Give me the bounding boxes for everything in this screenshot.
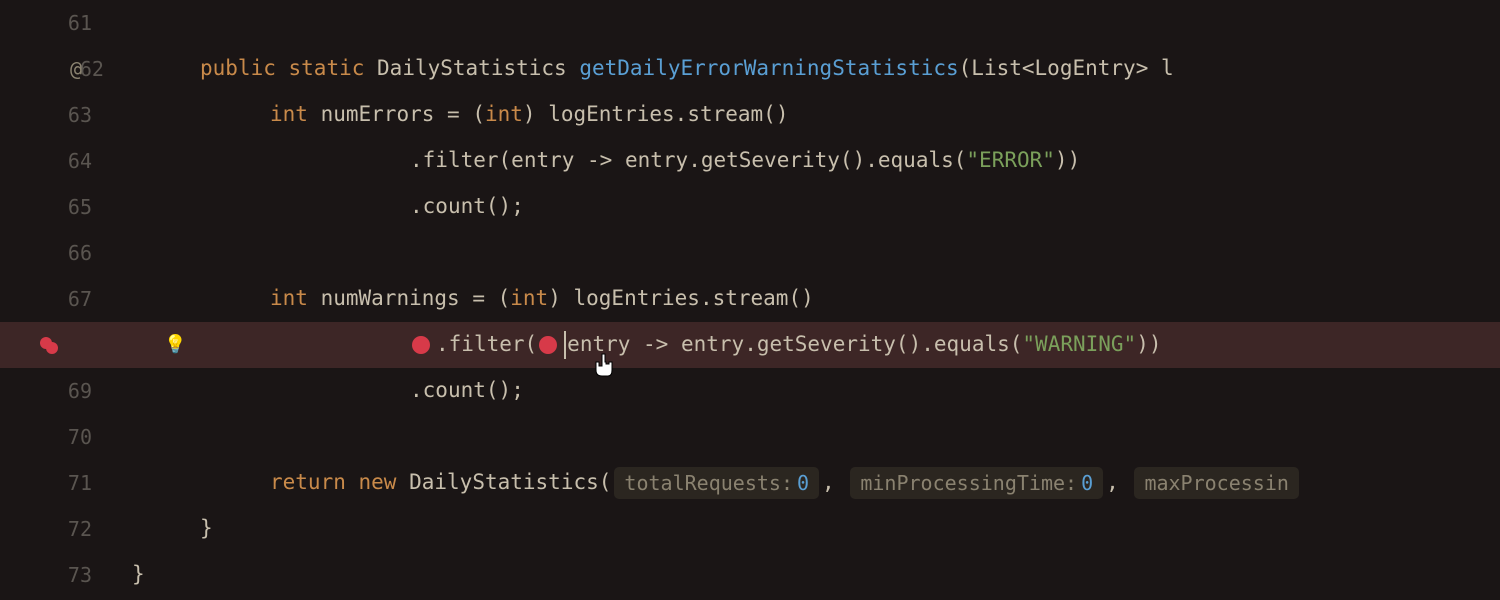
code-content[interactable]: } — [120, 560, 145, 589]
code-content[interactable]: } — [120, 514, 213, 543]
gutter[interactable]: 64 — [0, 147, 120, 175]
line-number: 71 — [60, 469, 92, 497]
text-cursor — [564, 331, 566, 359]
code-line[interactable]: 72 } — [0, 506, 1500, 552]
line-number: 73 — [60, 561, 92, 589]
breakpoint-icon[interactable] — [38, 333, 62, 357]
code-content[interactable]: . count ( ) ; — [120, 192, 524, 221]
gutter[interactable]: 62 @ — [0, 55, 120, 83]
gutter[interactable]: 70 — [0, 423, 120, 451]
inlay-hint: minProcessingTime:0 — [850, 467, 1103, 499]
line-number: 72 — [60, 515, 92, 543]
keyword-public: public — [200, 54, 276, 83]
inline-breakpoint-icon[interactable] — [412, 336, 430, 354]
gutter[interactable]: 66 — [0, 239, 120, 267]
code-line-active[interactable]: 68 💡 . filter ( entry -> entry . getSeve… — [0, 322, 1500, 368]
gutter[interactable]: 68 — [0, 331, 120, 359]
code-content[interactable]: int numWarnings = ( int ) logEntries . s… — [120, 284, 814, 313]
code-line[interactable]: 65 . count ( ) ; — [0, 184, 1500, 230]
method-name: getDailyErrorWarningStatistics — [579, 54, 958, 83]
line-number: 65 — [60, 193, 92, 221]
line-number: 61 — [60, 9, 92, 37]
lightbulb-icon[interactable]: 💡 — [164, 332, 186, 357]
code-content[interactable]: int numErrors = ( int ) logEntries . str… — [120, 100, 788, 129]
code-content[interactable]: . filter ( entry -> entry . getSeverity … — [120, 146, 1080, 175]
code-line[interactable]: 70 — [0, 414, 1500, 460]
code-line[interactable]: 67 int numWarnings = ( int ) logEntries … — [0, 276, 1500, 322]
type-int: int — [270, 100, 308, 129]
keyword-static: static — [289, 54, 365, 83]
override-marker-icon[interactable]: @ — [70, 55, 82, 83]
return-type: DailyStatistics — [377, 54, 567, 83]
gutter[interactable]: 67 — [0, 285, 120, 313]
code-line[interactable]: 64 . filter ( entry -> entry . getSeveri… — [0, 138, 1500, 184]
code-line[interactable]: 66 — [0, 230, 1500, 276]
gutter[interactable]: 65 — [0, 193, 120, 221]
code-content[interactable]: return new DailyStatistics ( totalReques… — [120, 467, 1302, 499]
keyword-new: new — [359, 468, 397, 497]
line-number: 63 — [60, 101, 92, 129]
code-line[interactable]: 61 — [0, 0, 1500, 46]
keyword-return: return — [270, 468, 346, 497]
string-literal: "WARNING" — [1022, 330, 1136, 359]
line-number: 70 — [60, 423, 92, 451]
code-editor[interactable]: 61 62 @ public static DailyStatistics ge… — [0, 0, 1500, 600]
code-content[interactable]: public static DailyStatistics getDailyEr… — [120, 54, 1174, 83]
inlay-hint: totalRequests:0 — [614, 467, 819, 499]
gutter[interactable]: 71 — [0, 469, 120, 497]
code-line[interactable]: 71 return new DailyStatistics ( totalReq… — [0, 460, 1500, 506]
code-line[interactable]: 63 int numErrors = ( int ) logEntries . … — [0, 92, 1500, 138]
code-content[interactable]: . filter ( entry -> entry . getSeverity … — [190, 330, 1162, 359]
gutter[interactable]: 63 — [0, 101, 120, 129]
line-number: 67 — [60, 285, 92, 313]
line-number: 66 — [60, 239, 92, 267]
line-number: 64 — [60, 147, 92, 175]
gutter[interactable]: 69 — [0, 377, 120, 405]
gutter[interactable]: 72 — [0, 515, 120, 543]
line-number: 69 — [60, 377, 92, 405]
inline-breakpoint-icon[interactable] — [539, 336, 557, 354]
code-line[interactable]: 69 . count ( ) ; — [0, 368, 1500, 414]
code-line[interactable]: 73 } — [0, 552, 1500, 598]
code-content[interactable]: . count ( ) ; — [120, 376, 524, 405]
code-line[interactable]: 62 @ public static DailyStatistics getDa… — [0, 46, 1500, 92]
string-literal: "ERROR" — [966, 146, 1055, 175]
inlay-hint: maxProcessin — [1134, 467, 1299, 499]
type-int: int — [270, 284, 308, 313]
gutter[interactable]: 73 — [0, 561, 120, 589]
gutter[interactable]: 61 — [0, 9, 120, 37]
